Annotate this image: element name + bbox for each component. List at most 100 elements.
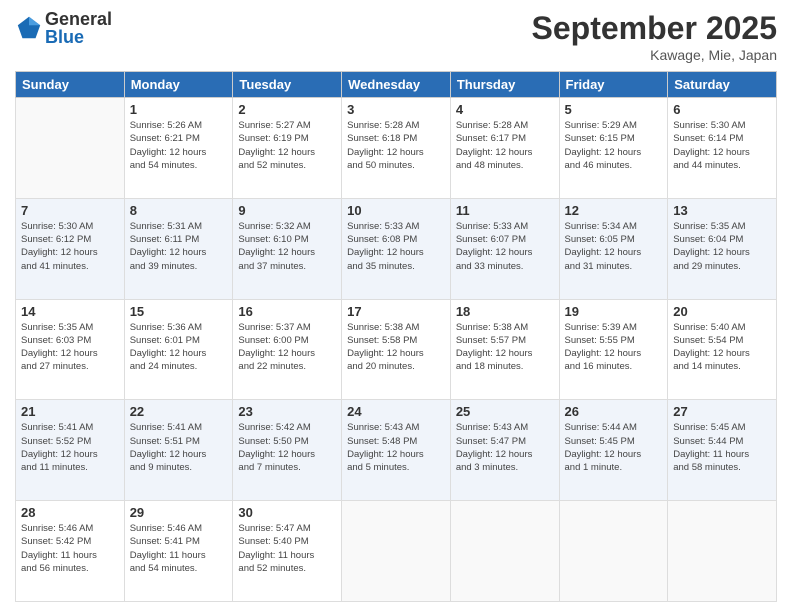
table-row: 3Sunrise: 5:28 AMSunset: 6:18 PMDaylight… (342, 98, 451, 199)
day-info: Sunrise: 5:47 AMSunset: 5:40 PMDaylight:… (238, 522, 336, 575)
table-row (16, 98, 125, 199)
table-row: 7 Sunrise: 5:30 AMSunset: 6:12 PMDaylight… (16, 198, 125, 299)
day-number: 1 (130, 102, 228, 117)
table-row: 29 Sunrise: 5:46 AMSunset: 5:41 PMDayligh… (124, 501, 233, 602)
day-info: Sunrise: 5:39 AMSunset: 5:55 PMDaylight:… (565, 321, 663, 374)
day-number: 10 (347, 203, 445, 218)
day-info: Sunrise: 5:37 AMSunset: 6:00 PMDaylight:… (238, 321, 336, 374)
day-info: Sunrise: 5:36 AMSunset: 6:01 PMDaylight:… (130, 321, 228, 374)
table-row: 12 Sunrise: 5:34 AMSunset: 6:05 PMDayligh… (559, 198, 668, 299)
col-monday: Monday (124, 72, 233, 98)
day-number: 15 (130, 304, 228, 319)
col-sunday: Sunday (16, 72, 125, 98)
day-info: Sunrise: 5:33 AMSunset: 6:08 PMDaylight:… (347, 220, 445, 273)
day-info: Sunrise: 5:28 AMSunset: 6:17 PMDaylight:… (456, 119, 554, 172)
calendar-week-5: 28 Sunrise: 5:46 AMSunset: 5:42 PMDayligh… (16, 501, 777, 602)
calendar-week-4: 21 Sunrise: 5:41 AMSunset: 5:52 PMDayligh… (16, 400, 777, 501)
logo-blue: Blue (45, 28, 112, 46)
day-number: 24 (347, 404, 445, 419)
logo-general: General (45, 10, 112, 28)
day-info: Sunrise: 5:38 AMSunset: 5:57 PMDaylight:… (456, 321, 554, 374)
table-row: 26Sunrise: 5:44 AMSunset: 5:45 PMDayligh… (559, 400, 668, 501)
day-info: Sunrise: 5:28 AMSunset: 6:18 PMDaylight:… (347, 119, 445, 172)
logo-icon (15, 14, 43, 42)
day-info: Sunrise: 5:46 AMSunset: 5:41 PMDaylight:… (130, 522, 228, 575)
table-row: 19 Sunrise: 5:39 AMSunset: 5:55 PMDayligh… (559, 299, 668, 400)
calendar-week-1: 1 Sunrise: 5:26 AMSunset: 6:21 PMDaylight… (16, 98, 777, 199)
day-number: 14 (21, 304, 119, 319)
table-row: 13 Sunrise: 5:35 AMSunset: 6:04 PMDayligh… (668, 198, 777, 299)
day-number: 2 (238, 102, 336, 117)
table-row: 17 Sunrise: 5:38 AMSunset: 5:58 PMDayligh… (342, 299, 451, 400)
day-number: 21 (21, 404, 119, 419)
day-info: Sunrise: 5:30 AMSunset: 6:12 PMDaylight:… (21, 220, 119, 273)
day-info: Sunrise: 5:44 AMSunset: 5:45 PMDaylight:… (565, 421, 663, 474)
day-number: 12 (565, 203, 663, 218)
day-info: Sunrise: 5:38 AMSunset: 5:58 PMDaylight:… (347, 321, 445, 374)
table-row: 18 Sunrise: 5:38 AMSunset: 5:57 PMDayligh… (450, 299, 559, 400)
table-row: 28 Sunrise: 5:46 AMSunset: 5:42 PMDayligh… (16, 501, 125, 602)
table-row: 9Sunrise: 5:32 AMSunset: 6:10 PMDaylight… (233, 198, 342, 299)
day-info: Sunrise: 5:43 AMSunset: 5:47 PMDaylight:… (456, 421, 554, 474)
day-number: 17 (347, 304, 445, 319)
table-row: 1 Sunrise: 5:26 AMSunset: 6:21 PMDaylight… (124, 98, 233, 199)
day-info: Sunrise: 5:35 AMSunset: 6:03 PMDaylight:… (21, 321, 119, 374)
table-row (342, 501, 451, 602)
day-number: 13 (673, 203, 771, 218)
table-row: 16 Sunrise: 5:37 AMSunset: 6:00 PMDayligh… (233, 299, 342, 400)
day-number: 18 (456, 304, 554, 319)
table-row: 4Sunrise: 5:28 AMSunset: 6:17 PMDaylight… (450, 98, 559, 199)
table-row: 8 Sunrise: 5:31 AMSunset: 6:11 PMDaylight… (124, 198, 233, 299)
day-number: 16 (238, 304, 336, 319)
day-number: 22 (130, 404, 228, 419)
day-number: 29 (130, 505, 228, 520)
table-row: 5 Sunrise: 5:29 AMSunset: 6:15 PMDaylight… (559, 98, 668, 199)
day-number: 27 (673, 404, 771, 419)
day-number: 20 (673, 304, 771, 319)
table-row: 24 Sunrise: 5:43 AMSunset: 5:48 PMDayligh… (342, 400, 451, 501)
calendar-table: Sunday Monday Tuesday Wednesday Thursday… (15, 71, 777, 602)
day-info: Sunrise: 5:31 AMSunset: 6:11 PMDaylight:… (130, 220, 228, 273)
day-info: Sunrise: 5:40 AMSunset: 5:54 PMDaylight:… (673, 321, 771, 374)
day-info: Sunrise: 5:41 AMSunset: 5:52 PMDaylight:… (21, 421, 119, 474)
col-wednesday: Wednesday (342, 72, 451, 98)
day-number: 19 (565, 304, 663, 319)
table-row: 27 Sunrise: 5:45 AMSunset: 5:44 PMDayligh… (668, 400, 777, 501)
day-info: Sunrise: 5:34 AMSunset: 6:05 PMDaylight:… (565, 220, 663, 273)
table-row: 20 Sunrise: 5:40 AMSunset: 5:54 PMDayligh… (668, 299, 777, 400)
table-row (559, 501, 668, 602)
day-info: Sunrise: 5:42 AMSunset: 5:50 PMDaylight:… (238, 421, 336, 474)
table-row: 6Sunrise: 5:30 AMSunset: 6:14 PMDaylight… (668, 98, 777, 199)
day-number: 30 (238, 505, 336, 520)
day-info: Sunrise: 5:35 AMSunset: 6:04 PMDaylight:… (673, 220, 771, 273)
calendar-body: 1 Sunrise: 5:26 AMSunset: 6:21 PMDaylight… (16, 98, 777, 602)
col-friday: Friday (559, 72, 668, 98)
table-row: 21 Sunrise: 5:41 AMSunset: 5:52 PMDayligh… (16, 400, 125, 501)
table-row: 30 Sunrise: 5:47 AMSunset: 5:40 PMDayligh… (233, 501, 342, 602)
table-row (668, 501, 777, 602)
day-info: Sunrise: 5:27 AMSunset: 6:19 PMDaylight:… (238, 119, 336, 172)
title-section: September 2025 Kawage, Mie, Japan (532, 10, 777, 63)
day-number: 8 (130, 203, 228, 218)
day-info: Sunrise: 5:26 AMSunset: 6:21 PMDaylight:… (130, 119, 228, 172)
logo-text: General Blue (45, 10, 112, 46)
day-number: 28 (21, 505, 119, 520)
day-number: 5 (565, 102, 663, 117)
col-tuesday: Tuesday (233, 72, 342, 98)
table-row: 25Sunrise: 5:43 AMSunset: 5:47 PMDayligh… (450, 400, 559, 501)
day-number: 23 (238, 404, 336, 419)
day-number: 7 (21, 203, 119, 218)
day-info: Sunrise: 5:33 AMSunset: 6:07 PMDaylight:… (456, 220, 554, 273)
day-info: Sunrise: 5:29 AMSunset: 6:15 PMDaylight:… (565, 119, 663, 172)
day-info: Sunrise: 5:41 AMSunset: 5:51 PMDaylight:… (130, 421, 228, 474)
table-row: 22 Sunrise: 5:41 AMSunset: 5:51 PMDayligh… (124, 400, 233, 501)
calendar-week-2: 7 Sunrise: 5:30 AMSunset: 6:12 PMDaylight… (16, 198, 777, 299)
table-row: 10 Sunrise: 5:33 AMSunset: 6:08 PMDayligh… (342, 198, 451, 299)
calendar-week-3: 14 Sunrise: 5:35 AMSunset: 6:03 PMDayligh… (16, 299, 777, 400)
day-info: Sunrise: 5:45 AMSunset: 5:44 PMDaylight:… (673, 421, 771, 474)
table-row: 14 Sunrise: 5:35 AMSunset: 6:03 PMDayligh… (16, 299, 125, 400)
day-info: Sunrise: 5:43 AMSunset: 5:48 PMDaylight:… (347, 421, 445, 474)
table-row: 2 Sunrise: 5:27 AMSunset: 6:19 PMDaylight… (233, 98, 342, 199)
table-row: 11Sunrise: 5:33 AMSunset: 6:07 PMDayligh… (450, 198, 559, 299)
day-info: Sunrise: 5:46 AMSunset: 5:42 PMDaylight:… (21, 522, 119, 575)
